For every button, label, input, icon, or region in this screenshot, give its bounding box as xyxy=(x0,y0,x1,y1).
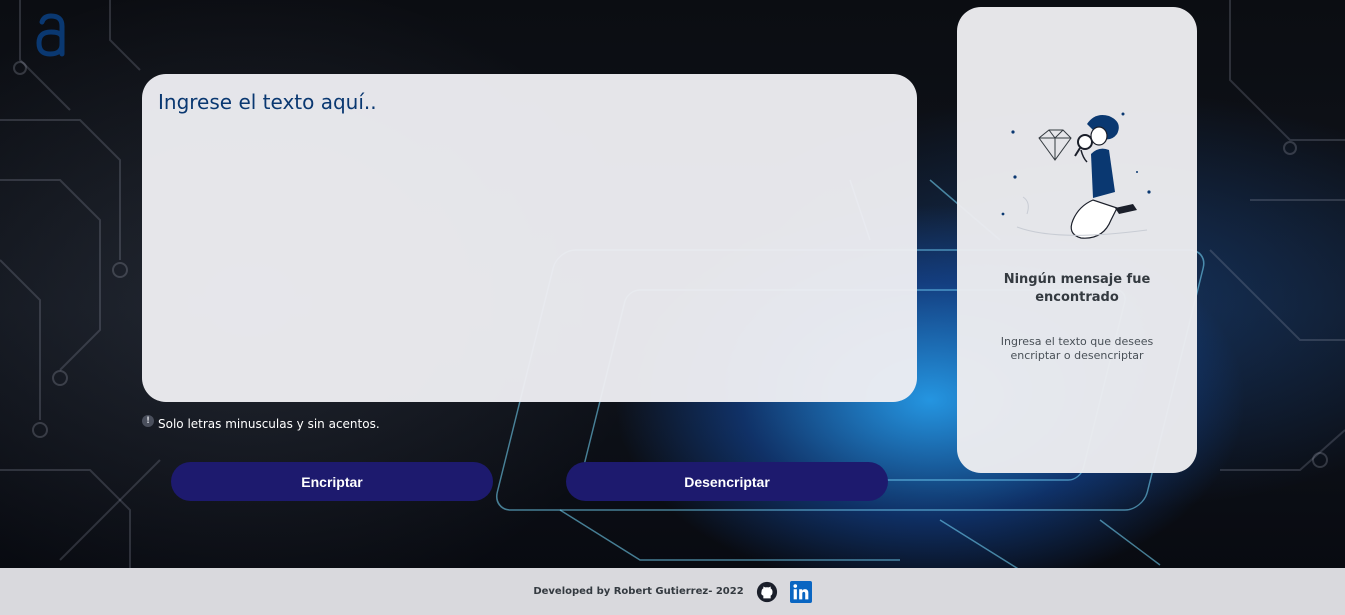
empty-state-title: Ningún mensaje fue encontrado xyxy=(1003,272,1151,305)
input-hint: ! Solo letras minusculas y sin acentos. xyxy=(142,415,380,431)
hint-text: Solo letras minusculas y sin acentos. xyxy=(158,417,380,431)
person-searching-illustration xyxy=(997,102,1157,257)
alura-a-logo-icon[interactable] xyxy=(34,12,68,58)
info-icon: ! xyxy=(142,415,154,427)
encrypt-button[interactable]: Encriptar xyxy=(171,462,493,501)
text-input-card xyxy=(142,74,917,402)
footer-credit: Developed by Robert Gutierrez- 2022 xyxy=(533,586,744,597)
linkedin-icon[interactable] xyxy=(789,580,812,603)
decrypt-button[interactable]: Desencriptar xyxy=(566,462,888,501)
empty-state-subtitle: Ingresa el texto que desees encriptar o … xyxy=(1000,335,1154,362)
github-icon[interactable] xyxy=(756,581,778,603)
footer: Developed by Robert Gutierrez- 2022 xyxy=(0,568,1345,615)
output-card: Ningún mensaje fue encontrado Ingresa el… xyxy=(957,7,1197,473)
message-textarea[interactable] xyxy=(158,90,901,386)
